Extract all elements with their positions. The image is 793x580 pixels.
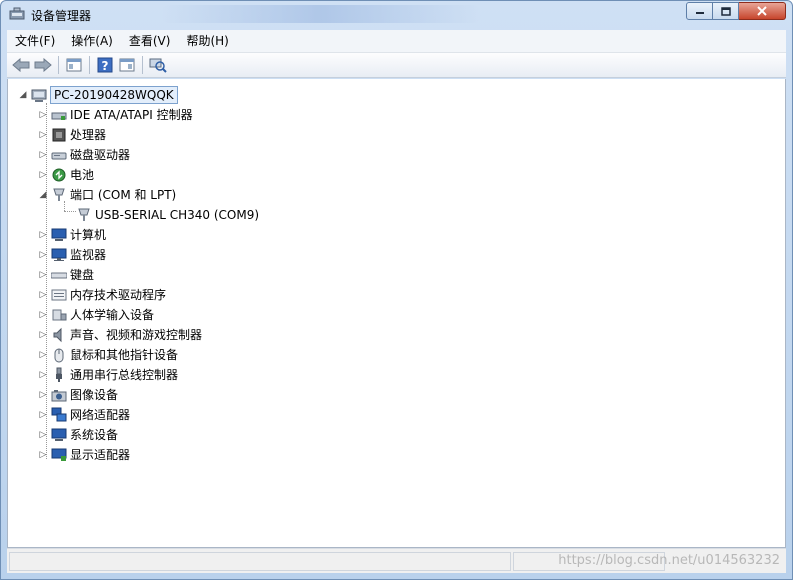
expand-arrow-icon[interactable]: ▷ (38, 250, 48, 260)
expand-arrow-icon[interactable]: ▷ (38, 110, 48, 120)
expand-arrow-icon[interactable]: ▷ (38, 370, 48, 380)
expand-arrow-icon[interactable]: ▷ (38, 270, 48, 280)
scan-hardware-icon[interactable] (147, 55, 169, 75)
tree-item[interactable]: ▷ 显示适配器 (38, 445, 130, 465)
expand-arrow-icon[interactable]: ▷ (38, 350, 48, 360)
view-icon[interactable] (116, 55, 138, 75)
menu-bar: 文件(F) 操作(A) 查看(V) 帮助(H) (7, 30, 786, 53)
camera-icon (51, 387, 67, 403)
forward-icon[interactable] (32, 55, 54, 75)
tree-item[interactable]: ▷ 通用串行总线控制器 (38, 365, 178, 385)
expand-arrow-icon[interactable]: ▷ (38, 290, 48, 300)
device-tree[interactable]: ◢ PC-20190428WQQK ▷ IDE ATA/ATAPI 控制器 ▷ … (7, 79, 786, 548)
expand-arrow-icon[interactable]: ▷ (38, 430, 48, 440)
usb-icon (51, 367, 67, 383)
properties-icon[interactable] (63, 55, 85, 75)
menu-action[interactable]: 操作(A) (63, 30, 121, 52)
expand-arrow-icon[interactable]: ▷ (38, 130, 48, 140)
battery-icon (51, 167, 67, 183)
menu-help[interactable]: 帮助(H) (178, 30, 236, 52)
mouse-icon (51, 347, 67, 363)
toolbar-separator (58, 56, 59, 74)
device-manager-window: 设备管理器 文件(F) 操作(A) 查看(V) 帮助(H) ? ◢ PC-201… (0, 0, 793, 580)
tree-item[interactable]: ▷ 系统设备 (38, 425, 118, 445)
root-computer-name[interactable]: PC-20190428WQQK (50, 86, 178, 104)
toolbar: ? (7, 53, 786, 78)
expand-arrow-icon[interactable]: ▷ (38, 330, 48, 340)
help-icon[interactable]: ? (94, 55, 116, 75)
expand-arrow-icon[interactable]: ▷ (38, 310, 48, 320)
port-icon (51, 187, 67, 203)
status-bar: https://blog.csdn.net/u014563232 (7, 548, 786, 573)
tree-item[interactable]: ▷ 网络适配器 (38, 405, 130, 425)
toolbar-separator (142, 56, 143, 74)
device-manager-app-icon (9, 7, 25, 21)
minimize-button[interactable] (686, 2, 713, 20)
tree-item[interactable]: ▷ 处理器 (38, 125, 106, 145)
monitor-icon (51, 247, 67, 263)
tree-item-expanded[interactable]: ◢ 端口 (COM 和 LPT) (38, 185, 177, 205)
expand-arrow-icon[interactable]: ▷ (38, 230, 48, 240)
svg-text:?: ? (102, 59, 109, 73)
processor-icon (51, 127, 67, 143)
status-segment (9, 552, 511, 571)
expand-arrow-icon[interactable]: ▷ (38, 150, 48, 160)
collapse-arrow-icon[interactable]: ◢ (18, 90, 28, 100)
back-icon[interactable] (10, 55, 32, 75)
toolbar-separator (89, 56, 90, 74)
tree-item[interactable]: ▷ IDE ATA/ATAPI 控制器 (38, 105, 193, 125)
collapse-arrow-icon[interactable]: ◢ (38, 190, 48, 200)
expand-arrow-icon[interactable]: ▷ (38, 450, 48, 460)
expand-arrow-icon[interactable]: ▷ (38, 410, 48, 420)
tree-item[interactable]: ▷ 人体学输入设备 (38, 305, 154, 325)
port-icon (76, 207, 92, 223)
display-adapter-icon (51, 447, 67, 463)
memory-icon (51, 287, 67, 303)
tree-item[interactable]: ▷ 鼠标和其他指针设备 (38, 345, 178, 365)
menu-file[interactable]: 文件(F) (7, 30, 63, 52)
blurred-address (161, 5, 481, 23)
tree-item[interactable]: ▷ 电池 (38, 165, 94, 185)
network-icon (51, 407, 67, 423)
system-icon (51, 427, 67, 443)
computer-icon (31, 87, 47, 103)
window-title: 设备管理器 (31, 9, 92, 23)
tree-root[interactable]: ◢ PC-20190428WQQK (18, 85, 178, 105)
speaker-icon (51, 327, 67, 343)
tree-item[interactable]: ▷ 图像设备 (38, 385, 118, 405)
tree-item[interactable]: ▷ 磁盘驱动器 (38, 145, 130, 165)
close-button[interactable] (739, 2, 786, 20)
tree-item[interactable]: ▷ 内存技术驱动程序 (38, 285, 166, 305)
computer-icon (51, 227, 67, 243)
tree-item[interactable]: ▷ 键盘 (38, 265, 94, 285)
tree-item[interactable]: ▷ 计算机 (38, 225, 106, 245)
expand-arrow-icon[interactable]: ▷ (38, 170, 48, 180)
tree-item[interactable]: ▷ 声音、视频和游戏控制器 (38, 325, 202, 345)
title-bar[interactable]: 设备管理器 (1, 1, 792, 29)
expand-arrow-icon[interactable]: ▷ (38, 390, 48, 400)
watermark-text: https://blog.csdn.net/u014563232 (558, 553, 780, 568)
tree-child-item[interactable]: USB-SERIAL CH340 (COM9) (76, 205, 259, 225)
maximize-button[interactable] (713, 2, 739, 20)
hid-icon (51, 307, 67, 323)
tree-item[interactable]: ▷ 监视器 (38, 245, 106, 265)
ide-controller-icon (51, 107, 67, 123)
keyboard-icon (51, 267, 67, 283)
disk-drive-icon (51, 147, 67, 163)
menu-view[interactable]: 查看(V) (121, 30, 179, 52)
